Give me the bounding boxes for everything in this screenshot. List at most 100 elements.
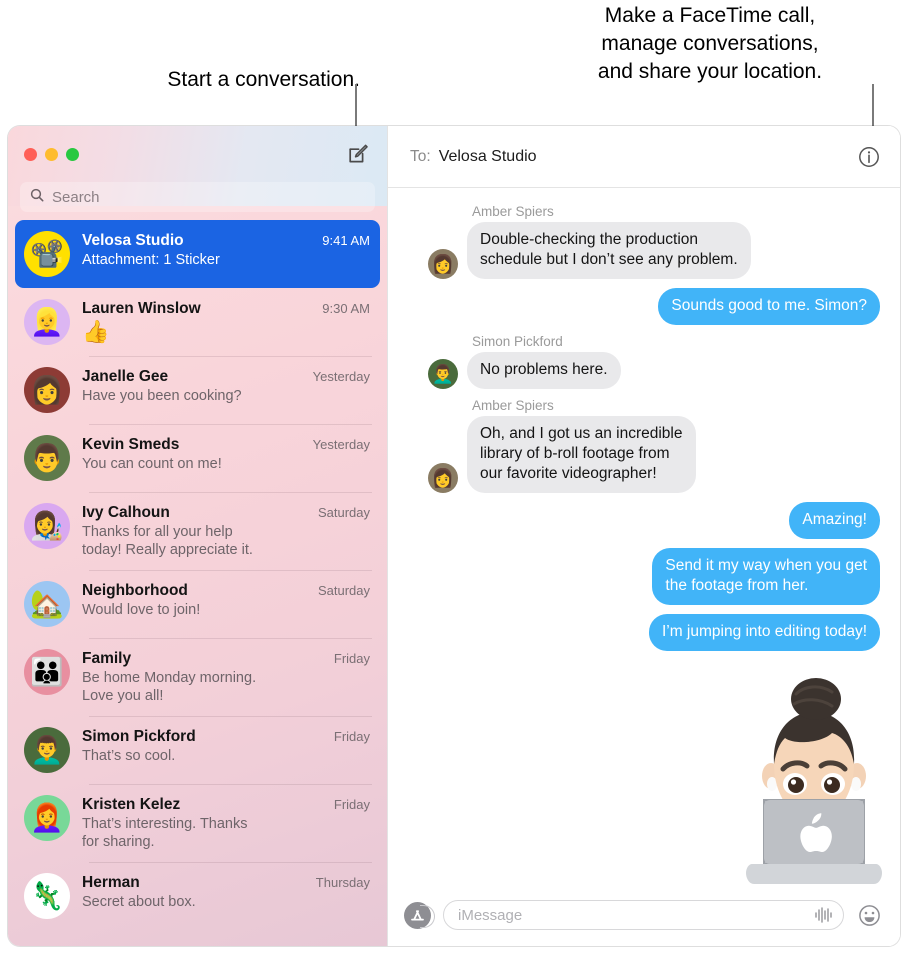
conversation-row[interactable]: 👱‍♀️ Lauren Winslow 9:30 AM 👍 xyxy=(15,288,380,356)
conversation-preview: Attachment: 1 Sticker xyxy=(82,252,220,268)
conversation-row-header: Herman Thursday xyxy=(82,874,370,892)
message-avatar: 👨‍🦱 xyxy=(428,359,458,389)
memoji-laptop-sticker[interactable] xyxy=(734,672,894,884)
message-bubble-incoming[interactable]: Double-checking the production schedule … xyxy=(467,222,751,279)
conversation-name: Ivy Calhoun xyxy=(82,504,170,521)
conversation-timestamp: Thursday xyxy=(315,875,370,890)
conversation-timestamp: Friday xyxy=(333,651,370,666)
conversation-timestamp: Yesterday xyxy=(312,437,370,452)
list-divider xyxy=(89,424,372,425)
incoming-message-group: Amber Spiers 👩 Oh, and I got us an incredi… xyxy=(408,398,880,493)
conversation-name: Simon Pickford xyxy=(82,728,196,745)
minimize-button[interactable] xyxy=(45,147,58,161)
messages-window: Search 📽️ Velosa Studio 9:41 AM Attachment:… xyxy=(8,126,900,946)
conversation-name: Kevin Smeds xyxy=(82,436,180,453)
conversation-preview: Thanks for all your help today! Really a… xyxy=(82,524,253,558)
conversation-name: Neighborhood xyxy=(82,582,188,599)
conversation-row[interactable]: 👨‍🦱 Simon Pickford Friday That’s so cool. xyxy=(15,716,380,784)
avatar: 🏡 xyxy=(24,581,70,627)
conversation-row[interactable]: 👩‍🎨 Ivy Calhoun Saturday Thanks for all you… xyxy=(15,492,380,570)
conversation-row-header: Lauren Winslow 9:30 AM xyxy=(82,300,370,318)
info-icon[interactable] xyxy=(856,144,882,170)
conversation-row[interactable]: 🦎 Herman Thursday Secret about box. xyxy=(15,862,380,930)
conversation-preview: That’s interesting. Thanks for sharing. xyxy=(82,816,248,850)
conversation-preview: Have you been cooking? xyxy=(82,388,242,404)
conversation-row-body: Lauren Winslow 9:30 AM 👍 xyxy=(82,299,370,345)
conversation-preview: 👍 xyxy=(82,319,110,344)
message-input[interactable]: iMessage xyxy=(443,900,844,930)
conversation-row[interactable]: 👩 Janelle Gee Yesterday Have you been cooki… xyxy=(15,356,380,424)
conversation-row-body: Kristen Kelez Friday That’s interesting. T… xyxy=(82,795,370,851)
conversation-name: Family xyxy=(82,650,132,667)
avatar: 👨 xyxy=(24,435,70,481)
message-bubble-incoming[interactable]: Oh, and I got us an incredible library o… xyxy=(467,416,696,493)
incoming-message-group: Amber Spiers 👩 Double-checking the product… xyxy=(408,204,880,279)
message-bubble-outgoing[interactable]: I’m jumping into editing today! xyxy=(648,614,880,651)
conversation-preview: Be home Monday morning. Love you all! xyxy=(82,670,257,704)
conversation-row[interactable]: 👨 Kevin Smeds Yesterday You can count on me… xyxy=(15,424,380,492)
zoom-button[interactable] xyxy=(66,147,79,161)
conversation-preview: Secret about box. xyxy=(82,894,196,910)
avatar: 👱‍♀️ xyxy=(24,299,70,345)
conversation-name: Lauren Winslow xyxy=(82,300,201,317)
traffic-lights xyxy=(24,147,79,161)
conversation-timestamp: Friday xyxy=(333,729,370,744)
conversation-preview: Would love to join! xyxy=(82,602,201,618)
message-placeholder: iMessage xyxy=(458,906,523,924)
conversation-header: To: Velosa Studio xyxy=(388,126,900,188)
list-divider xyxy=(89,492,372,493)
message-sender-name: Amber Spiers xyxy=(472,398,554,413)
compose-icon[interactable] xyxy=(345,141,371,167)
sidebar: Search 📽️ Velosa Studio 9:41 AM Attachment:… xyxy=(8,126,387,946)
message-row: I’m jumping into editing today! xyxy=(408,614,880,651)
avatar: 👪 xyxy=(24,649,70,695)
conversation-row[interactable]: 🏡 Neighborhood Saturday Would love to join! xyxy=(15,570,380,638)
conversation-timestamp: Saturday xyxy=(317,583,370,598)
search-input[interactable]: Search xyxy=(20,182,375,212)
recipient-name[interactable]: Velosa Studio xyxy=(439,148,537,166)
conversation-row-body: Neighborhood Saturday Would love to join! xyxy=(82,581,370,619)
message-row: 👩 Double-checking the production schedule… xyxy=(408,222,880,279)
conversation-name: Herman xyxy=(82,874,140,891)
incoming-message-group: Simon Pickford 👨‍🦱 No problems here. xyxy=(408,334,880,389)
conversation-row[interactable]: 📽️ Velosa Studio 9:41 AM Attachment: 1 Stic… xyxy=(15,220,380,288)
conversation-panel: To: Velosa Studio Amber Spiers 👩 Double-ch… xyxy=(387,126,900,946)
conversation-row-header: Simon Pickford Friday xyxy=(82,728,370,746)
emoji-smiley-icon[interactable] xyxy=(856,902,882,928)
conversation-row-body: Janelle Gee Yesterday Have you been cookin… xyxy=(82,367,370,405)
to-label: To: xyxy=(410,147,431,165)
message-avatar: 👩 xyxy=(428,249,458,279)
callout-left-text: Start a conversation. xyxy=(167,68,360,91)
avatar: 👨‍🦱 xyxy=(24,727,70,773)
avatar: 👩‍🎨 xyxy=(24,503,70,549)
message-bubble-outgoing[interactable]: Amazing! xyxy=(789,502,880,539)
message-bubble-outgoing[interactable]: Send it my way when you get the footage … xyxy=(652,548,880,605)
conversation-name: Janelle Gee xyxy=(82,368,169,385)
window-titlebar xyxy=(8,126,387,182)
conversation-row-body: Simon Pickford Friday That’s so cool. xyxy=(82,727,370,765)
conversation-list[interactable]: 📽️ Velosa Studio 9:41 AM Attachment: 1 Stic… xyxy=(8,220,387,944)
conversation-name: Kristen Kelez xyxy=(82,796,181,813)
conversation-row[interactable]: 👩‍🦰 Kristen Kelez Friday That’s interesting… xyxy=(15,784,380,862)
message-sender-name: Amber Spiers xyxy=(472,204,554,219)
conversation-timestamp: Yesterday xyxy=(312,369,370,384)
message-thread[interactable]: Amber Spiers 👩 Double-checking the product… xyxy=(388,188,900,670)
message-bubble-outgoing[interactable]: Sounds good to me. Simon? xyxy=(658,288,880,325)
conversation-row-body: Herman Thursday Secret about box. xyxy=(82,873,370,911)
message-row: Send it my way when you get the footage … xyxy=(408,548,880,605)
conversation-row-header: Velosa Studio 9:41 AM xyxy=(82,232,370,250)
message-sender-name: Simon Pickford xyxy=(472,334,563,349)
conversation-row-body: Velosa Studio 9:41 AM Attachment: 1 Sticke… xyxy=(82,231,370,269)
message-input-bar: iMessage xyxy=(388,884,900,946)
list-divider xyxy=(89,570,372,571)
list-divider xyxy=(89,356,372,357)
close-button[interactable] xyxy=(24,147,37,161)
message-row: 👨‍🦱 No problems here. xyxy=(408,352,880,389)
list-divider xyxy=(89,784,372,785)
message-bubble-incoming[interactable]: No problems here. xyxy=(467,352,621,389)
app-store-icon[interactable] xyxy=(404,901,435,929)
conversation-row[interactable]: 👪 Family Friday Be home Monday morning. Lov… xyxy=(15,638,380,716)
audio-waveform-icon[interactable] xyxy=(813,904,835,926)
search-placeholder: Search xyxy=(52,188,100,206)
avatar: 👩 xyxy=(24,367,70,413)
